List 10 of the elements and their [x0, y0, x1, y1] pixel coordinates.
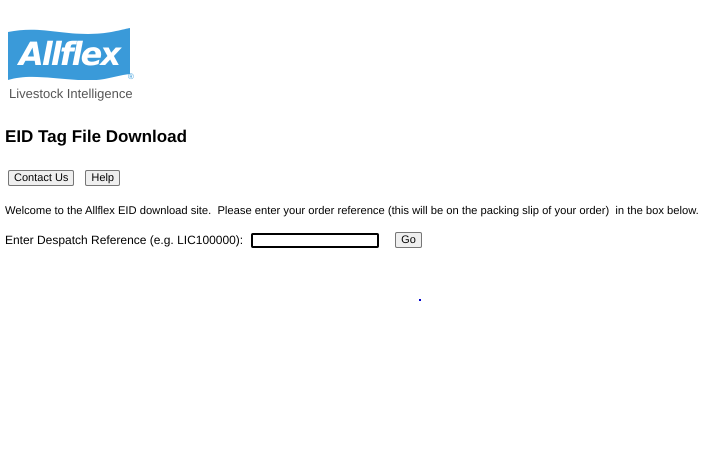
go-button[interactable]: Go	[395, 232, 422, 248]
page-title: EID Tag File Download	[5, 127, 187, 147]
welcome-text: Welcome to the Allflex EID download site. Please enter your order reference (this will be on the packing slip of your order) in the box below.	[5, 205, 699, 217]
logo-name: Allflex	[19, 37, 119, 71]
field-label: Enter Despatch Reference (e.g. LIC100000):	[5, 233, 244, 247]
nav-button[interactable]: Contact Us	[8, 170, 74, 186]
nav-button[interactable]: Help	[85, 170, 120, 186]
registered-mark: ®	[128, 72, 134, 81]
despatch-reference-field[interactable]	[251, 232, 380, 248]
logo-tagline: Livestock Intelligence	[9, 86, 133, 101]
